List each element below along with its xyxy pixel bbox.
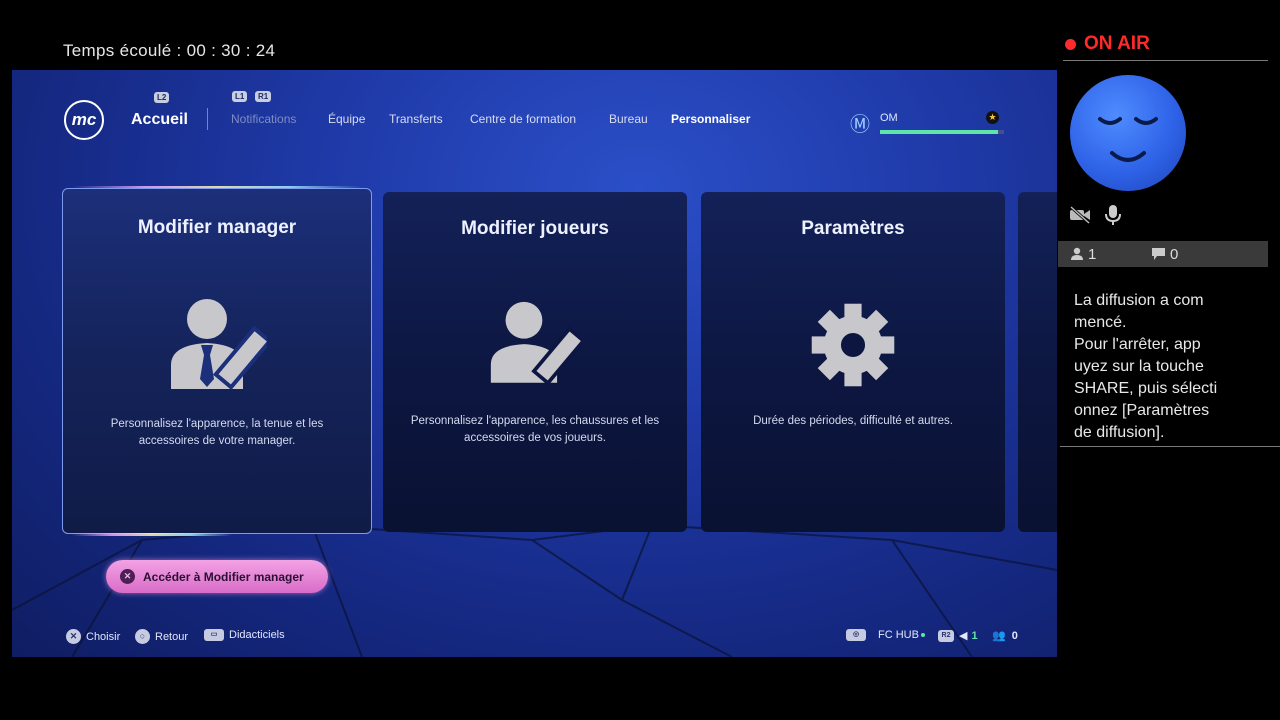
footer-choose[interactable]: ✕ Choisir xyxy=(66,629,120,644)
card-next-partial[interactable] xyxy=(1018,192,1057,532)
footer-fc-hub[interactable]: ◎ FC HUB xyxy=(846,629,925,641)
selection-glow-bottom xyxy=(72,533,232,536)
record-dot-icon xyxy=(1065,38,1076,50)
divider xyxy=(1060,446,1280,447)
app-logo: mc xyxy=(64,100,104,140)
card-edit-manager[interactable]: Modifier manager Personnalisez l'apparen… xyxy=(62,188,372,534)
r1-button-hint: R1 xyxy=(255,91,272,102)
camera-off-icon[interactable] xyxy=(1068,205,1092,225)
microphone-icon[interactable] xyxy=(1105,204,1121,226)
card-title: Modifier joueurs xyxy=(461,218,609,239)
sleeping-face-icon xyxy=(1098,117,1158,162)
l2-button-hint: L2 xyxy=(154,92,170,103)
card-edit-players[interactable]: Modifier joueurs Personnalisez l'apparen… xyxy=(383,192,687,532)
club-crest-icon: Ⓜ xyxy=(850,114,870,136)
nav-team[interactable]: Équipe xyxy=(328,112,365,126)
r2-button-icon: R2 xyxy=(938,629,954,642)
nav-notifications[interactable]: Notifications xyxy=(231,112,296,126)
club-name: OM xyxy=(880,112,898,124)
nav-youth-academy[interactable]: Centre de formation xyxy=(470,112,576,126)
nav-home[interactable]: Accueil xyxy=(131,111,188,129)
card-description: Personnalisez l'apparence, la tenue et l… xyxy=(110,418,324,447)
player-edit-icon xyxy=(490,301,581,386)
card-settings[interactable]: Paramètres Durée des périodes, difficult… xyxy=(701,192,1005,532)
circle-button-icon: ○ xyxy=(135,629,150,644)
touchpad-button-icon: ▭ xyxy=(204,629,224,641)
on-air-indicator: ON AIR xyxy=(1065,33,1150,55)
club-progress-bar xyxy=(880,130,1004,134)
friends-icon: 👥 xyxy=(992,630,1006,642)
online-dot xyxy=(920,633,925,637)
gear-icon xyxy=(811,303,895,387)
star-icon: ★ xyxy=(986,111,999,124)
nav-office[interactable]: Bureau xyxy=(609,112,648,126)
viewer-icon xyxy=(1071,247,1083,260)
footer-back[interactable]: ○ Retour xyxy=(135,629,188,644)
manager-edit-icon xyxy=(171,299,267,391)
nav-transfers[interactable]: Transferts xyxy=(389,112,443,126)
divider xyxy=(1063,60,1268,61)
card-description: Durée des périodes, difficulté et autres… xyxy=(753,415,953,427)
stream-stats: 1 0 xyxy=(1058,241,1268,267)
hub-icon: ◎ xyxy=(846,629,866,641)
footer-tutorials[interactable]: ▭ Didacticiels xyxy=(204,629,285,641)
comment-count: 0 xyxy=(1151,246,1178,263)
broadcast-message: La diffusion a com mencé. Pour l'arrêter… xyxy=(1074,292,1218,441)
elapsed-time: Temps écoulé : 00 : 30 : 24 xyxy=(63,41,276,60)
avatar xyxy=(1070,75,1186,191)
go-to-edit-manager-button[interactable]: ✕ Accéder à Modifier manager xyxy=(106,560,328,593)
card-title: Paramètres xyxy=(801,218,905,239)
footer-friends[interactable]: 👥 0 xyxy=(992,629,1018,643)
comment-icon xyxy=(1152,248,1165,260)
footer-notifications[interactable]: R2 ◀ 1 xyxy=(938,629,978,642)
nav-customize[interactable]: Personnaliser xyxy=(671,112,750,126)
card-description: Personnalisez l'apparence, les chaussure… xyxy=(410,415,660,444)
cross-button-icon: ✕ xyxy=(66,629,81,644)
card-title: Modifier manager xyxy=(137,217,297,238)
club-progress-fill xyxy=(880,130,998,134)
megaphone-icon: ◀ xyxy=(959,630,968,642)
nav-divider xyxy=(207,108,208,130)
action-button-label: Accéder à Modifier manager xyxy=(143,569,304,584)
l1-button-hint: L1 xyxy=(232,91,248,102)
elapsed-time-value: 00 : 30 : 24 xyxy=(186,41,276,60)
elapsed-time-label: Temps écoulé xyxy=(63,41,172,60)
game-screen: mc L2 L1 R1 Accueil Notifications Équipe… xyxy=(12,70,1057,657)
cross-button-icon: ✕ xyxy=(120,569,135,584)
viewer-count: 1 xyxy=(1070,246,1096,263)
